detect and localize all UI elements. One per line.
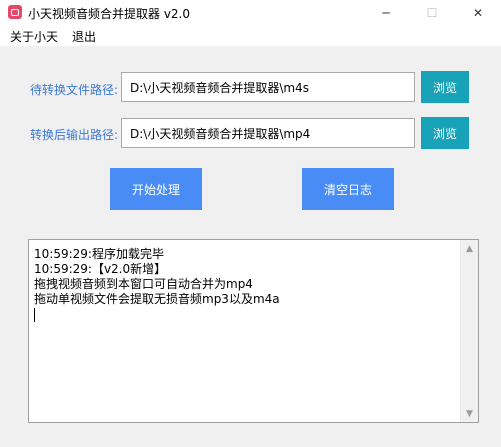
log-scrollbar[interactable]: ▲ ▼ xyxy=(460,240,478,422)
close-button[interactable]: ✕ xyxy=(455,0,501,26)
text-caret xyxy=(34,308,35,322)
log-line: 拖拽视频音频到本窗口可自动合并为mp4 xyxy=(34,277,253,291)
start-processing-button[interactable]: 开始处理 xyxy=(110,168,202,210)
menu-item-exit[interactable]: 退出 xyxy=(72,28,96,45)
minimize-button[interactable]: ─ xyxy=(363,0,409,26)
menu-item-about[interactable]: 关于小天 xyxy=(10,28,58,45)
title-bar: 小天视频音频合并提取器 v2.0 ─ ☐ ✕ xyxy=(0,0,501,26)
log-content: 10:59:29:程序加载完毕 10:59:29:【v2.0新增】 拖拽视频音频… xyxy=(34,247,454,322)
clear-log-button[interactable]: 清空日志 xyxy=(302,168,394,210)
browse-output-button[interactable]: 浏览 xyxy=(421,117,469,149)
source-path-label: 待转换文件路径: xyxy=(29,83,118,97)
log-line: 拖动单视频文件会提取无损音频mp3以及m4a xyxy=(34,292,280,306)
scroll-up-icon[interactable]: ▲ xyxy=(461,240,478,257)
menu-bar: 关于小天 退出 xyxy=(0,26,501,46)
source-path-input[interactable] xyxy=(121,72,415,102)
log-textarea[interactable]: 10:59:29:程序加载完毕 10:59:29:【v2.0新增】 拖拽视频音频… xyxy=(28,239,479,423)
output-path-label: 转换后输出路径: xyxy=(29,128,118,142)
window-title: 小天视频音频合并提取器 v2.0 xyxy=(28,7,191,21)
app-icon xyxy=(8,5,22,19)
scroll-down-icon[interactable]: ▼ xyxy=(461,405,478,422)
log-line: 10:59:29:程序加载完毕 xyxy=(34,247,164,261)
log-line: 10:59:29:【v2.0新增】 xyxy=(34,262,167,276)
maximize-button: ☐ xyxy=(426,6,438,20)
browse-source-button[interactable]: 浏览 xyxy=(421,71,469,103)
output-path-input[interactable] xyxy=(121,118,415,148)
